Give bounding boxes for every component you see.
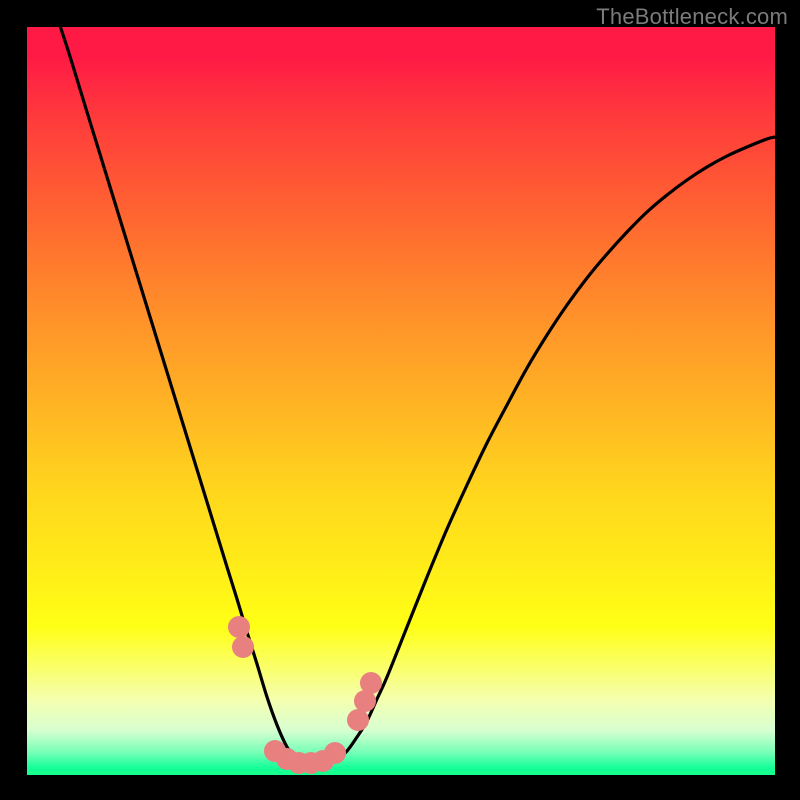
root-canvas: TheBottleneck.com (0, 0, 800, 800)
chart-svg (27, 27, 775, 775)
markers-group (228, 616, 382, 774)
marker-point (232, 636, 254, 658)
bottleneck-curve (47, 27, 775, 767)
marker-point (360, 672, 382, 694)
marker-point (324, 742, 346, 764)
marker-point (228, 616, 250, 638)
plot-area (27, 27, 775, 775)
attribution-text: TheBottleneck.com (596, 4, 788, 30)
marker-point (347, 709, 369, 731)
